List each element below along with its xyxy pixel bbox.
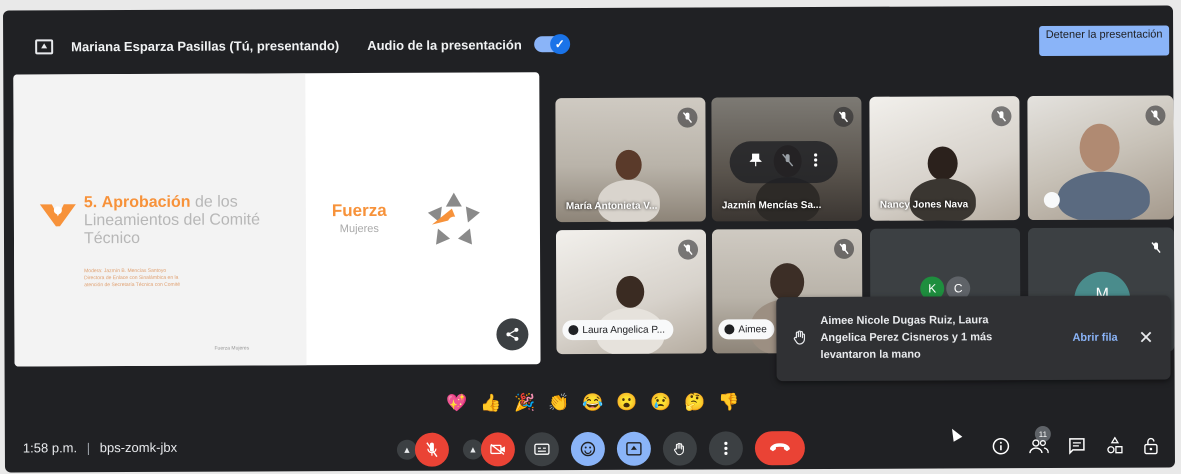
people-button[interactable] (1027, 434, 1051, 458)
mute-participant-icon[interactable] (782, 153, 794, 172)
activities-icon (1107, 436, 1123, 454)
present-icon (35, 38, 54, 54)
raise-hand-icon (724, 324, 735, 335)
meeting-code[interactable]: bps-zomk-jbx (100, 440, 177, 455)
reactions-bar: 💖 👍 🎉 👏 😂 😮 😢 🤔 👎 (445, 389, 741, 414)
presentation-audio-toggle[interactable]: ✓ (533, 34, 570, 55)
mic-off-icon (1146, 237, 1166, 257)
participant-video-body (1057, 171, 1150, 221)
participant-name: Jazmín Mencías Sa... (721, 199, 822, 212)
more-options-icon[interactable] (814, 152, 818, 172)
slide-brand: Fuerza Mujeres (332, 201, 387, 235)
reaction-heart-icon[interactable]: 💖 (445, 391, 469, 415)
reaction-party-icon[interactable]: 🎉 (513, 390, 537, 414)
mic-off-icon (426, 442, 438, 458)
clock-time: 1:58 p.m. (22, 440, 78, 456)
check-icon: ✓ (549, 34, 570, 55)
end-call-icon (769, 443, 790, 452)
share-button[interactable] (496, 318, 529, 351)
participant-video (927, 146, 958, 181)
slide-subtitle-line: atención de Secretaría Técnica con Comit… (84, 281, 181, 289)
pin-icon[interactable] (749, 153, 763, 172)
present-screen-icon (626, 442, 642, 456)
captions-button[interactable] (524, 432, 559, 467)
participant-name: Laura Angelica P... (582, 324, 666, 336)
slide-title-number: 5. (83, 194, 98, 212)
stop-presenting-button[interactable]: Detener la presentación (1039, 25, 1170, 57)
fuerza-mujeres-emblem-icon (427, 192, 480, 245)
bottom-toolbar: 1:58 p.m. | bps-zomk-jbx ▲ ▲ 11 (5, 417, 1175, 472)
raised-hand-name-pill: Laura Angelica P... (562, 319, 674, 341)
host-controls-button[interactable] (1139, 433, 1163, 457)
camera-off-button[interactable] (480, 432, 515, 467)
participant-video (1079, 123, 1120, 172)
reaction-surprised-icon[interactable]: 😮 (615, 390, 639, 414)
raise-hand-button[interactable] (662, 431, 697, 466)
presenter-name: Mariana Esparza Pasillas (Tú, presentand… (71, 37, 340, 54)
shared-slide: 5. Aprobación de los Lineamientos del Co… (13, 72, 541, 367)
slide-footer: Fuerza Mujeres (214, 345, 250, 352)
participant-video (615, 149, 642, 180)
raise-hand-icon (793, 330, 806, 345)
open-queue-link[interactable]: Abrir fila (1072, 332, 1117, 344)
participant-name: María Antonieta V... (565, 200, 658, 213)
meeting-details-button[interactable] (989, 434, 1013, 458)
presentation-audio-label: Audio de la presentación (367, 36, 522, 53)
brand-bottom: Mujeres (339, 222, 379, 236)
slide-subtitle: Modera: Jazmín B. Mencías Santoyo Direct… (84, 267, 264, 289)
mic-off-icon (1145, 105, 1166, 126)
reaction-clap-icon[interactable]: 👏 (547, 390, 571, 414)
emoji-icon (580, 441, 596, 457)
raised-hand-name-pill: Aimee (718, 319, 775, 340)
raise-hand-indicator-icon (1043, 191, 1060, 209)
present-now-button[interactable] (616, 431, 651, 466)
slide-title-strong: Aprobación (101, 193, 191, 212)
presentation-bar: Mariana Esparza Pasillas (Tú, presentand… (15, 21, 1171, 66)
participant-tile[interactable]: Laura Angelica P... (555, 229, 707, 355)
participant-name: Aimee (738, 323, 767, 335)
reaction-thumbs-up-icon[interactable]: 👍 (479, 390, 503, 414)
brand-top: Fuerza (331, 200, 387, 221)
mic-off-icon (833, 106, 854, 127)
participant-tile[interactable]: Nancy Jones Nava (869, 96, 1020, 221)
mic-off-icon (677, 107, 698, 128)
mic-off-button[interactable] (414, 432, 449, 467)
notification-text: Aimee Nicole Dugas Ruiz, Laura Angelica … (820, 314, 993, 361)
host-controls-icon (1144, 437, 1158, 455)
reaction-thumbs-down-icon[interactable]: 👎 (717, 389, 741, 413)
meet-window: Mariana Esparza Pasillas (Tú, presentand… (2, 5, 1176, 473)
chat-icon (1069, 438, 1085, 455)
info-icon (992, 437, 1010, 455)
leave-call-button[interactable] (754, 431, 805, 466)
participant-tile[interactable] (1027, 95, 1174, 221)
meeting-info: 1:58 p.m. | bps-zomk-jbx (23, 440, 177, 456)
participant-video (770, 263, 805, 302)
mic-off-icon (678, 239, 699, 260)
share-icon (506, 327, 519, 341)
emoji-reactions-button[interactable] (570, 431, 605, 467)
participant-tile[interactable]: María Antonieta V... (555, 97, 706, 223)
chat-button[interactable] (1065, 434, 1089, 458)
raised-hands-notification: Aimee Nicole Dugas Ruiz, Laura Angelica … (776, 295, 1171, 382)
reaction-thinking-icon[interactable]: 🤔 (683, 389, 707, 413)
reaction-laugh-icon[interactable]: 😂 (581, 390, 605, 414)
camera-off-icon (490, 443, 505, 455)
orange-v-logo-icon (39, 204, 76, 227)
separator: | (86, 440, 91, 456)
activities-button[interactable] (1103, 434, 1127, 458)
tile-hover-controls (729, 140, 838, 184)
captions-icon (534, 443, 550, 455)
reaction-sad-icon[interactable]: 😢 (649, 390, 673, 414)
more-options-icon (724, 441, 728, 456)
close-icon[interactable]: ✕ (1138, 328, 1153, 349)
participant-video (616, 275, 645, 308)
mic-off-icon (991, 106, 1012, 127)
people-icon (1029, 439, 1049, 454)
raise-hand-icon (568, 325, 579, 336)
slide-title: 5. Aprobación de los Lineamientos del Co… (84, 193, 304, 248)
participant-name: Nancy Jones Nava (879, 199, 969, 211)
mic-off-icon (834, 238, 855, 259)
more-options-button[interactable] (708, 431, 743, 466)
raise-hand-icon (674, 442, 684, 456)
